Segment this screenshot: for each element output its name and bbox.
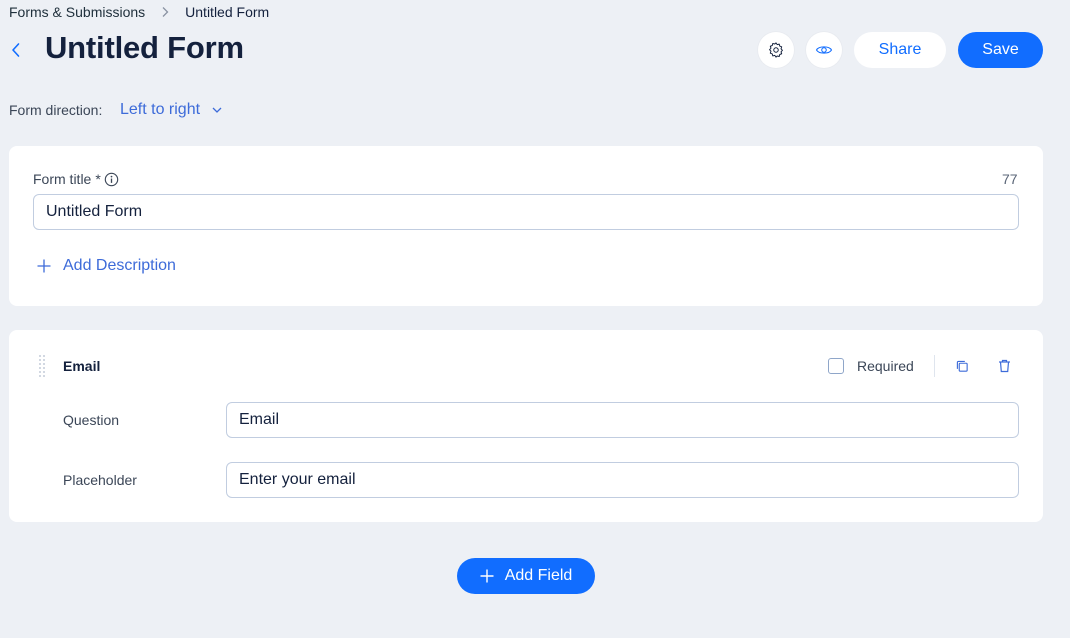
field-heading: Email [63,358,101,374]
breadcrumb-forms-submissions[interactable]: Forms & Submissions [9,4,145,20]
form-direction-dropdown[interactable]: Left to right [120,101,222,119]
duplicate-icon [956,360,969,373]
delete-button[interactable] [996,358,1012,374]
required-asterisk: * [95,171,101,187]
placeholder-input[interactable] [226,462,1019,498]
form-title-label: Form title [33,171,92,187]
chevron-right-icon [161,6,169,18]
page-title: Untitled Form [45,30,244,65]
form-title-input[interactable] [33,194,1019,230]
eye-icon [815,41,833,59]
form-direction-value: Left to right [120,101,201,118]
drag-handle-icon[interactable] [38,354,46,378]
required-label[interactable]: Required [857,358,914,374]
trash-icon [998,359,1011,373]
save-button[interactable]: Save [958,32,1043,68]
add-field-label: Add Field [504,567,573,584]
breadcrumb: Forms & Submissions Untitled Form [9,3,269,21]
chevron-left-icon [11,42,21,58]
add-field-button[interactable]: Add Field [457,558,595,594]
duplicate-button[interactable] [954,358,970,374]
info-icon[interactable] [104,172,119,187]
form-direction-label: Form direction: [9,102,103,118]
back-button[interactable] [6,38,26,62]
question-label: Question [63,412,120,428]
divider [934,355,935,377]
required-checkbox[interactable] [828,358,844,374]
add-description-button[interactable]: Add Description [37,257,176,275]
settings-button[interactable] [758,32,794,68]
chevron-down-icon [212,107,222,113]
share-button[interactable]: Share [854,32,946,68]
breadcrumb-current: Untitled Form [185,4,270,20]
gear-icon [767,41,785,59]
form-title-label-group: Form title * [33,171,119,187]
preview-button[interactable] [806,32,842,68]
plus-icon [37,259,51,273]
plus-icon [480,569,494,583]
placeholder-label: Placeholder [63,472,137,488]
question-input[interactable] [226,402,1019,438]
add-description-label: Add Description [63,257,176,274]
char-count: 77 [1002,171,1018,187]
